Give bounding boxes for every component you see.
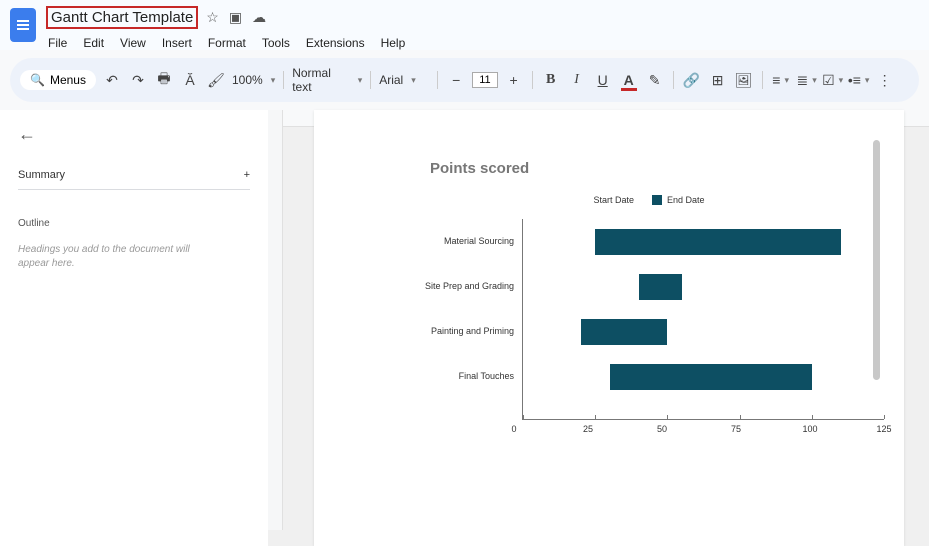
menu-tools[interactable]: Tools [262, 36, 290, 50]
increase-font-icon[interactable]: + [504, 70, 524, 90]
insert-image-icon[interactable]: 🖼 [734, 70, 754, 90]
gantt-bar [610, 364, 812, 390]
more-icon[interactable]: ⋮ [875, 70, 895, 90]
print-icon[interactable]: 🖶 [154, 70, 174, 90]
star-icon[interactable]: ☆ [206, 9, 219, 26]
menu-help[interactable]: Help [381, 36, 406, 50]
y-axis-labels: Material Sourcing Site Prep and Grading … [414, 219, 522, 420]
outline-hint: Headings you add to the document will ap… [18, 243, 198, 271]
undo-icon[interactable]: ↶ [102, 70, 122, 90]
align-icon[interactable]: ≡ [771, 70, 791, 90]
chart-title: Points scored [430, 160, 884, 177]
gantt-bar [595, 229, 840, 255]
style-dropdown[interactable]: Normal text [292, 66, 362, 94]
toolbar: 🔍 Menus ↶ ↷ 🖶 Ă 🖌 100% Normal text Arial… [10, 58, 919, 102]
document-title[interactable]: Gantt Chart Template [46, 6, 198, 29]
gantt-bar [581, 319, 668, 345]
font-dropdown[interactable]: Arial [379, 73, 429, 87]
legend-label-end: End Date [667, 195, 705, 205]
gantt-chart[interactable]: Points scored Start Date End Date Materi… [414, 160, 884, 440]
menu-insert[interactable]: Insert [162, 36, 192, 50]
move-folder-icon[interactable]: ▣ [229, 9, 242, 26]
text-color-icon[interactable]: A [619, 70, 639, 90]
x-tick-label: 125 [876, 424, 891, 434]
vertical-ruler [268, 110, 283, 530]
spellcheck-icon[interactable]: Ă [180, 70, 200, 90]
bold-icon[interactable]: B [541, 70, 561, 90]
checklist-icon[interactable]: ☑ [823, 70, 843, 90]
x-tick-label: 100 [802, 424, 817, 434]
search-menus-button[interactable]: 🔍 Menus [20, 70, 96, 90]
menu-view[interactable]: View [120, 36, 146, 50]
search-icon: 🔍 [30, 73, 45, 87]
menu-extensions[interactable]: Extensions [306, 36, 365, 50]
legend-swatch-end [652, 195, 662, 205]
x-tick-label: 25 [583, 424, 593, 434]
font-size-input[interactable]: 11 [472, 72, 497, 88]
x-tick-label: 50 [657, 424, 667, 434]
menu-file[interactable]: File [48, 36, 67, 50]
summary-label: Summary [18, 169, 65, 181]
zoom-dropdown[interactable]: 100% [232, 73, 275, 87]
back-arrow-icon[interactable]: ← [18, 124, 250, 145]
gantt-bar [639, 274, 682, 300]
line-spacing-icon[interactable]: ≣ [797, 70, 817, 90]
outline-label: Outline [18, 218, 250, 229]
insert-link-icon[interactable]: 🔗 [682, 70, 702, 90]
redo-icon[interactable]: ↷ [128, 70, 148, 90]
add-comment-icon[interactable]: ⊞ [708, 70, 728, 90]
menu-format[interactable]: Format [208, 36, 246, 50]
docs-logo[interactable] [10, 8, 36, 42]
x-tick-label: 0 [511, 424, 516, 434]
plot-area [522, 219, 884, 420]
menubar: File Edit View Insert Format Tools Exten… [46, 36, 919, 50]
chart-legend: Start Date End Date [414, 195, 884, 205]
decrease-font-icon[interactable]: − [446, 70, 466, 90]
underline-icon[interactable]: U [593, 70, 613, 90]
x-axis: 0255075100125 [514, 420, 884, 440]
highlight-icon[interactable]: ✎ [645, 70, 665, 90]
menu-edit[interactable]: Edit [83, 36, 104, 50]
legend-label-start: Start Date [593, 195, 634, 205]
document-page[interactable]: Points scored Start Date End Date Materi… [314, 110, 904, 546]
add-summary-icon[interactable]: + [244, 169, 250, 181]
paint-format-icon[interactable]: 🖌 [206, 70, 226, 90]
cloud-status-icon: ☁ [252, 9, 266, 26]
x-tick-label: 75 [731, 424, 741, 434]
bulleted-list-icon[interactable]: •≡ [849, 70, 869, 90]
italic-icon[interactable]: I [567, 70, 587, 90]
outline-sidebar: ← Summary + Outline Headings you add to … [0, 110, 268, 546]
